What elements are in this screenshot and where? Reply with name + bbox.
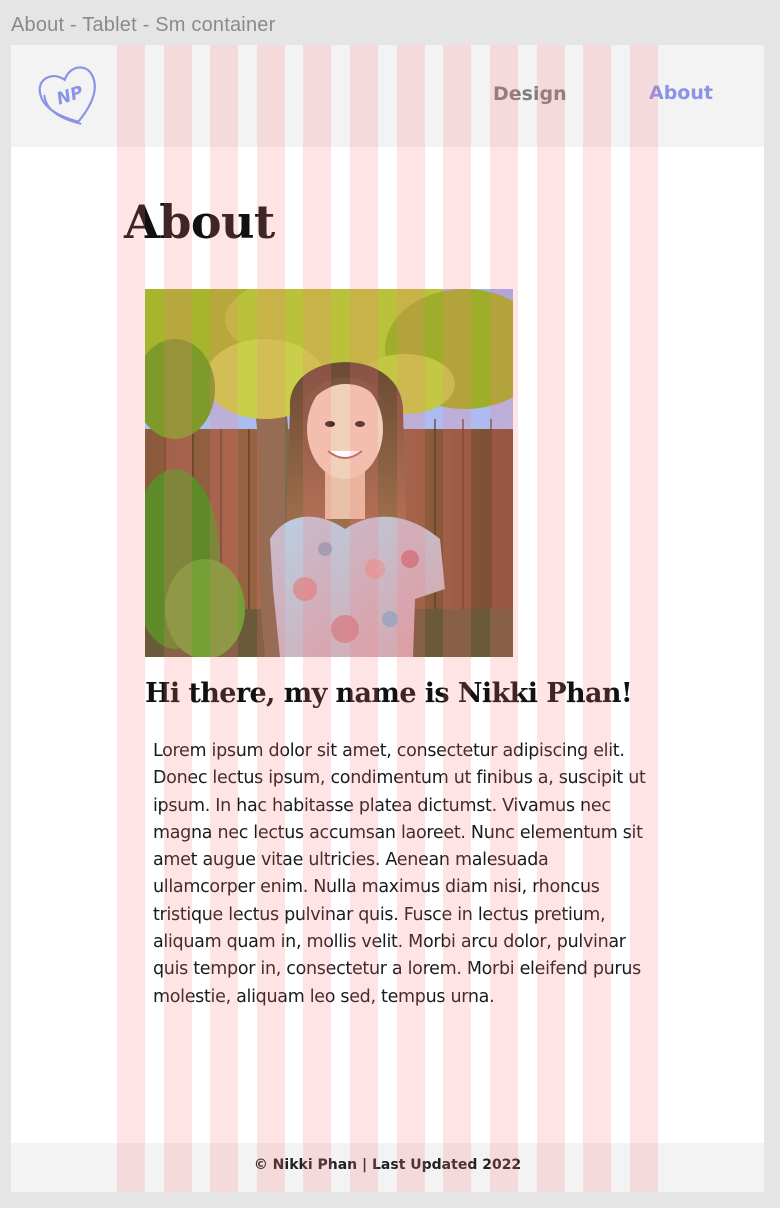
- grid-column: [583, 45, 611, 1192]
- logo-text: NP: [54, 82, 86, 109]
- heart-logo-icon[interactable]: NP: [37, 63, 103, 129]
- profile-photo: [145, 289, 513, 657]
- greeting-heading: Hi there, my name is Nikki Phan!: [145, 678, 633, 709]
- profile-photo-image: [145, 289, 513, 657]
- tablet-frame: NP Design About About Hi there, my name …: [11, 45, 764, 1192]
- nav-link-design[interactable]: Design: [493, 83, 567, 105]
- nav-link-about[interactable]: About: [649, 82, 713, 104]
- site-header: NP Design About: [11, 45, 764, 147]
- page-title: About: [124, 195, 275, 249]
- frame-label: About - Tablet - Sm container: [11, 14, 276, 36]
- footer-copyright: © Nikki Phan | Last Updated 2022: [253, 1157, 522, 1173]
- site-footer: © Nikki Phan | Last Updated 2022: [11, 1143, 764, 1192]
- grid-column: [537, 45, 565, 1192]
- grid-column: [630, 45, 658, 1192]
- bio-paragraph: Lorem ipsum dolor sit amet, consectetur …: [153, 741, 646, 1007]
